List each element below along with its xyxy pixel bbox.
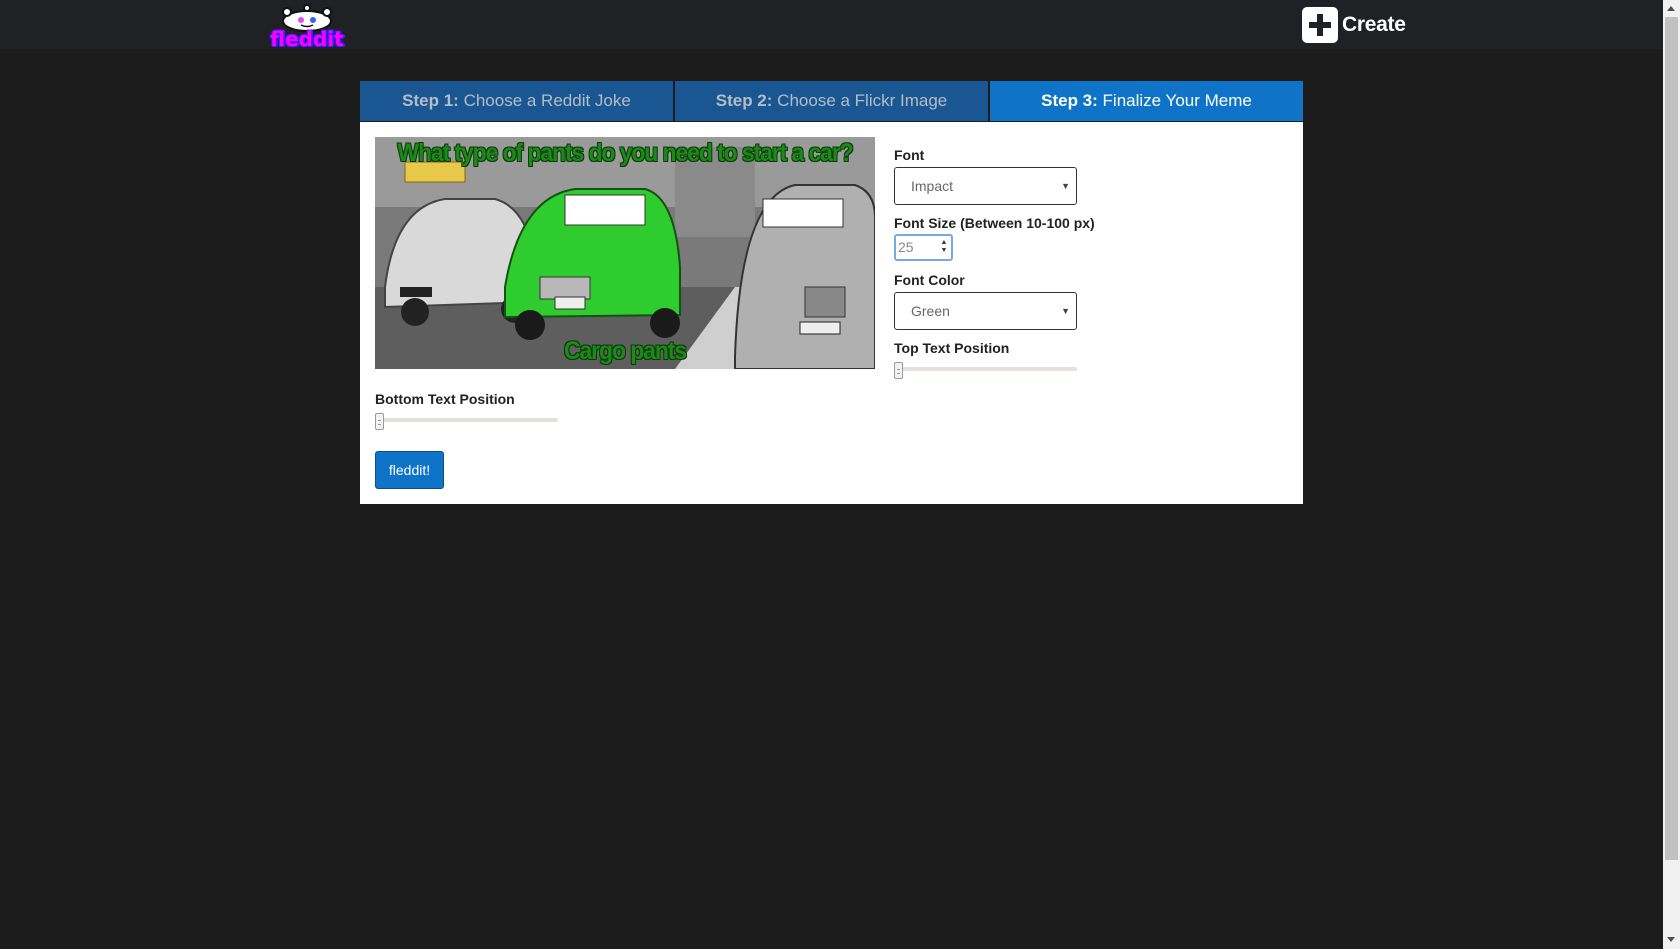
tab-step-number: Step 3: xyxy=(1041,91,1098,110)
scrollbar-thumb[interactable] xyxy=(1665,17,1678,860)
page-scrollbar[interactable] xyxy=(1663,0,1680,949)
slider-thumb[interactable] xyxy=(375,413,384,430)
meme-editor-panel: What type of pants do you need to start … xyxy=(360,122,1303,504)
slider-track xyxy=(375,418,558,422)
fleddit-logo[interactable]: fleddit xyxy=(261,3,353,51)
bottom-text-position-slider[interactable] xyxy=(375,413,558,430)
font-size-value: 25 xyxy=(898,239,914,255)
font-color-label: Font Color xyxy=(894,272,965,288)
tab-step-2[interactable]: Step 2: Choose a Flickr Image xyxy=(675,81,990,121)
tab-step-number: Step 1: xyxy=(402,91,459,110)
step-tabs: Step 1: Choose a Reddit Joke Step 2: Cho… xyxy=(360,81,1303,121)
logo-text: fleddit xyxy=(270,27,344,51)
tab-step-label: Choose a Flickr Image xyxy=(777,91,948,110)
tab-step-number: Step 2: xyxy=(715,91,773,110)
tab-step-3[interactable]: Step 3: Finalize Your Meme xyxy=(990,81,1303,121)
top-navbar: fleddit Create xyxy=(0,0,1663,49)
font-size-input[interactable]: 25 ▲ ▼ xyxy=(894,234,953,261)
font-select-value: Impact xyxy=(911,178,954,194)
meme-preview: What type of pants do you need to start … xyxy=(375,137,875,369)
tab-step-1[interactable]: Step 1: Choose a Reddit Joke xyxy=(360,81,675,121)
fleddit-submit-button[interactable]: fleddit! xyxy=(375,451,444,489)
font-label: Font xyxy=(894,147,925,163)
tab-step-label: Choose a Reddit Joke xyxy=(463,91,631,110)
font-select[interactable]: Impact ▼ xyxy=(894,167,1077,205)
top-text-position-label: Top Text Position xyxy=(894,340,1010,356)
meme-top-text: What type of pants do you need to start … xyxy=(397,139,853,167)
font-color-select[interactable]: Green ▼ xyxy=(894,292,1077,330)
meme-photo-image xyxy=(375,137,875,369)
dropdown-arrow-icon: ▼ xyxy=(1061,181,1070,191)
font-size-label: Font Size (Between 10-100 px) xyxy=(894,215,1095,231)
create-label: Create xyxy=(1342,13,1406,36)
plus-icon xyxy=(1302,7,1338,43)
scroll-down-arrow-icon[interactable] xyxy=(1667,937,1675,942)
slider-thumb[interactable] xyxy=(894,362,903,379)
scroll-up-arrow-icon[interactable] xyxy=(1667,6,1675,11)
bottom-text-position-label: Bottom Text Position xyxy=(375,391,515,407)
tab-step-label: Finalize Your Meme xyxy=(1102,91,1252,110)
top-text-position-slider[interactable] xyxy=(894,362,1077,379)
create-button[interactable]: Create xyxy=(1302,7,1406,43)
meme-bottom-text: Cargo pants xyxy=(563,337,687,365)
font-color-select-value: Green xyxy=(911,303,950,319)
dropdown-arrow-icon: ▼ xyxy=(1061,306,1070,316)
number-spinner-icon[interactable]: ▲ ▼ xyxy=(939,239,949,257)
slider-track xyxy=(894,367,1077,371)
